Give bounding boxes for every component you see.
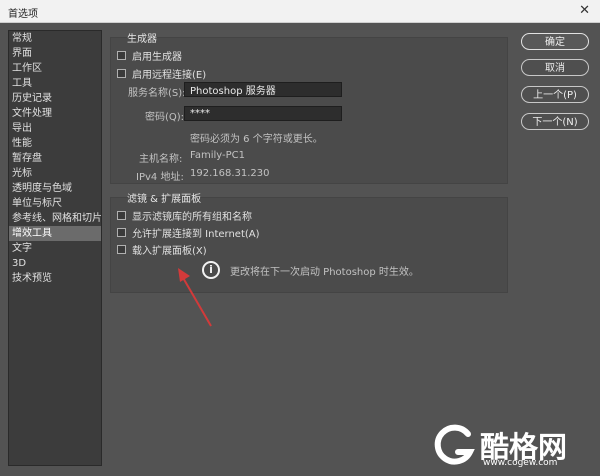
- sidebar-item-plugins[interactable]: 增效工具: [9, 226, 101, 241]
- sidebar-item-guides[interactable]: 参考线、网格和切片: [9, 211, 101, 226]
- password-hint: 密码必须为 6 个字符或更长。: [190, 134, 323, 145]
- show-all-groups-checkbox[interactable]: [117, 211, 126, 220]
- load-extensions-checkbox[interactable]: [117, 245, 126, 254]
- sidebar-item-file-handling[interactable]: 文件处理: [9, 106, 101, 121]
- next-button[interactable]: 下一个(N): [521, 113, 589, 130]
- allow-internet-checkbox[interactable]: [117, 228, 126, 237]
- enable-generator-checkbox[interactable]: [117, 51, 126, 60]
- load-extensions-label: 载入扩展面板(X): [132, 246, 207, 257]
- service-name-label: 服务名称(S):: [128, 88, 186, 99]
- sidebar-item-interface[interactable]: 界面: [9, 46, 101, 61]
- sidebar-item-tech-preview[interactable]: 技术预览: [9, 271, 101, 286]
- show-all-groups-label: 显示滤镜库的所有组和名称: [132, 212, 252, 223]
- show-all-groups-row: 显示滤镜库的所有组和名称: [117, 208, 252, 223]
- sidebar-item-scratch-disks[interactable]: 暂存盘: [9, 151, 101, 166]
- close-icon[interactable]: ✕: [579, 3, 590, 18]
- title-bar: 首选项 ✕: [0, 0, 600, 23]
- sidebar-item-type[interactable]: 文字: [9, 241, 101, 256]
- enable-remote-label: 启用远程连接(E): [132, 70, 207, 81]
- hostname-label: 主机名称:: [139, 154, 183, 165]
- enable-remote-row: 启用远程连接(E): [117, 66, 206, 81]
- sidebar-item-history[interactable]: 历史记录: [9, 91, 101, 106]
- ipv4-label: IPv4 地址:: [136, 172, 184, 183]
- cancel-button[interactable]: 取消: [521, 59, 589, 76]
- info-icon: i: [202, 261, 220, 279]
- sidebar-item-general[interactable]: 常规: [9, 31, 101, 46]
- restart-note: 更改将在下一次启动 Photoshop 时生效。: [230, 267, 419, 278]
- enable-generator-row: 启用生成器: [117, 48, 182, 63]
- allow-internet-label: 允许扩展连接到 Internet(A): [132, 229, 260, 240]
- load-extensions-row: 载入扩展面板(X): [117, 242, 207, 257]
- password-label: 密码(Q):: [145, 112, 185, 123]
- sidebar-item-workspace[interactable]: 工作区: [9, 61, 101, 76]
- ok-button[interactable]: 确定: [521, 33, 589, 50]
- allow-internet-row: 允许扩展连接到 Internet(A): [117, 225, 260, 240]
- enable-remote-checkbox[interactable]: [117, 69, 126, 78]
- generator-title: 生成器: [127, 34, 157, 45]
- sidebar-item-cursors[interactable]: 光标: [9, 166, 101, 181]
- password-input[interactable]: [184, 106, 342, 121]
- watermark-url: www.cogew.com: [483, 458, 558, 468]
- sidebar-item-tools[interactable]: 工具: [9, 76, 101, 91]
- filters-title: 滤镜 & 扩展面板: [127, 194, 202, 205]
- window-title: 首选项: [8, 9, 38, 20]
- sidebar-item-3d[interactable]: 3D: [9, 256, 101, 271]
- enable-generator-label: 启用生成器: [132, 52, 182, 63]
- sidebar-item-export[interactable]: 导出: [9, 121, 101, 136]
- sidebar-item-performance[interactable]: 性能: [9, 136, 101, 151]
- sidebar-item-transparency[interactable]: 透明度与色域: [9, 181, 101, 196]
- sidebar-item-units[interactable]: 单位与标尺: [9, 196, 101, 211]
- sidebar: 常规 界面 工作区 工具 历史记录 文件处理 导出 性能 暂存盘 光标 透明度与…: [8, 30, 102, 466]
- service-name-input[interactable]: [184, 82, 342, 97]
- prev-button[interactable]: 上一个(P): [521, 86, 589, 103]
- ipv4-value: 192.168.31.230: [190, 168, 270, 179]
- hostname-value: Family-PC1: [190, 150, 245, 161]
- watermark-logo-icon: [434, 424, 475, 465]
